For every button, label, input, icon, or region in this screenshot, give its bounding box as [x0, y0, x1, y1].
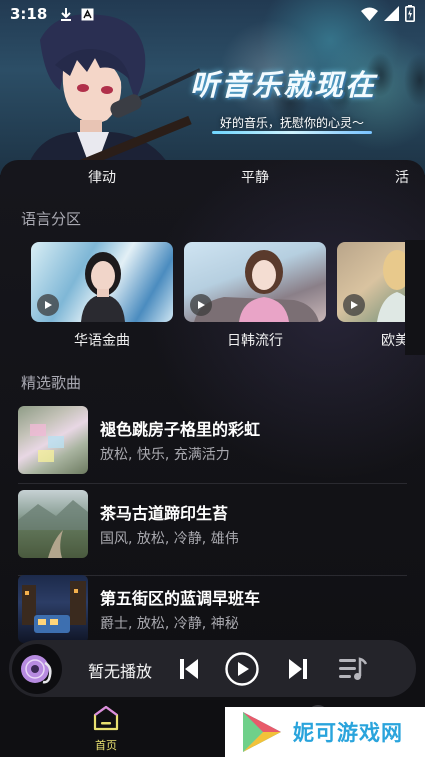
song-title: 褪色跳房子格里的彩虹 — [100, 420, 261, 439]
song-tags: 放松, 快乐, 充满活力 — [100, 447, 230, 463]
song-title: 茶马古道蹄印生苔 — [100, 504, 229, 523]
tab-calm[interactable]: 平静 — [241, 167, 269, 187]
play-icon[interactable] — [343, 294, 365, 316]
signal-icon — [384, 6, 399, 21]
song-tags: 国风, 放松, 冷静, 雄伟 — [100, 531, 239, 547]
home-icon — [93, 705, 119, 731]
watermark-text: 妮可游戏网 — [293, 721, 403, 745]
song-row[interactable]: 茶马古道蹄印生苔 国风, 放松, 冷静, 雄伟 — [18, 490, 408, 560]
nav-item-home[interactable]: 首页 — [88, 704, 124, 753]
language-card-chinese[interactable]: 华语金曲 — [31, 242, 173, 350]
song-divider — [18, 483, 407, 484]
card-cover-image — [31, 242, 173, 322]
card-cover-image — [184, 242, 326, 322]
playlist-icon — [339, 657, 368, 680]
song-cover — [18, 406, 88, 474]
playlist-button[interactable] — [336, 652, 370, 686]
wifi-icon — [361, 7, 378, 21]
hero-subtitle: 好的音乐，抚慰你的心灵～ — [220, 116, 365, 130]
watermark-logo: 妮可游戏网 — [225, 707, 425, 757]
song-title: 第五街区的蓝调早班车 — [100, 589, 261, 608]
watermark-play-icon — [243, 712, 281, 752]
song-cover — [18, 575, 88, 643]
music-disc-icon — [21, 655, 52, 684]
language-card-jpkr[interactable]: 日韩流行 — [184, 242, 326, 350]
next-button[interactable] — [281, 652, 315, 686]
now-playing-disc[interactable] — [12, 644, 62, 694]
play-icon[interactable] — [37, 294, 59, 316]
hero-singer-illustration — [25, 14, 201, 175]
hero-subtitle-underline — [212, 131, 372, 134]
tab-lively[interactable]: 活 — [395, 167, 409, 187]
song-cover — [18, 490, 88, 558]
mood-tabs: 律动 平静 活 — [0, 167, 425, 189]
download-icon — [61, 8, 72, 21]
status-bar: 3:18 — [0, 0, 425, 28]
nav-home-label: 首页 — [95, 739, 117, 752]
play-icon[interactable] — [190, 294, 212, 316]
song-row[interactable]: 第五街区的蓝调早班车 爵士, 放松, 冷静, 神秘 — [18, 575, 408, 645]
language-section-title: 语言分区 — [21, 210, 82, 228]
play-button[interactable] — [225, 652, 259, 686]
card-row-edge-fade — [405, 240, 425, 355]
tab-rhythm[interactable]: 律动 — [88, 167, 116, 187]
next-icon — [289, 659, 307, 679]
song-row[interactable]: 褪色跳房子格里的彩虹 放松, 快乐, 充满活力 — [18, 406, 408, 476]
card-label: 华语金曲 — [74, 333, 130, 349]
previous-icon — [180, 659, 198, 679]
player-status-text: 暂无播放 — [88, 662, 153, 681]
song-tags: 爵士, 放松, 冷静, 神秘 — [100, 616, 239, 632]
mini-player[interactable]: 暂无播放 — [9, 640, 416, 697]
hero-title: 听音乐就现在 — [190, 68, 377, 102]
play-icon — [225, 652, 259, 686]
battery-icon — [405, 5, 415, 22]
a-box-icon — [81, 8, 94, 20]
previous-button[interactable] — [172, 652, 206, 686]
card-label: 日韩流行 — [227, 333, 283, 349]
status-time: 3:18 — [10, 5, 48, 23]
songs-section-title: 精选歌曲 — [21, 374, 82, 392]
